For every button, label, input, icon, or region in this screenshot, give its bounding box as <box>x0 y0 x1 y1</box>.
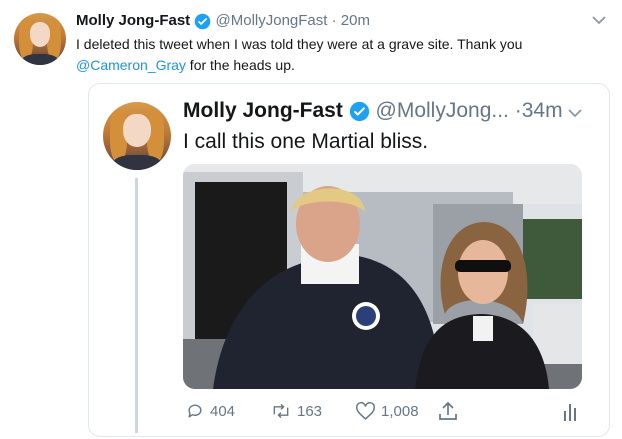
chevron-down-icon[interactable] <box>591 14 607 26</box>
quoted-tweet-time[interactable]: ·34m <box>515 99 563 122</box>
quoted-tweet-text: I call this one Martial bliss. <box>183 130 429 153</box>
reply-button[interactable]: 404 <box>185 401 235 421</box>
like-button[interactable]: 1,008 <box>355 401 419 421</box>
tweet-text-suffix: for the heads up. <box>185 57 295 73</box>
tweet-time[interactable]: · 20m <box>332 12 370 29</box>
author-name[interactable]: Molly Jong-Fast <box>76 12 190 29</box>
reply-count: 404 <box>210 402 236 420</box>
retweet-button[interactable]: 163 <box>270 401 322 421</box>
like-count: 1,008 <box>381 402 419 420</box>
quoted-author-avatar[interactable] <box>103 102 171 170</box>
author-handle[interactable]: @MollyJongFast <box>216 12 328 29</box>
retweet-icon <box>273 403 289 419</box>
chevron-down-icon[interactable] <box>567 107 583 119</box>
photo-scene <box>183 164 582 389</box>
retweet-count: 163 <box>297 402 323 420</box>
tweet-body: I deleted this tweet when I was told the… <box>76 34 606 76</box>
quoted-tweet-header: Molly Jong-Fast @MollyJong... ·34m <box>183 99 563 123</box>
heart-icon <box>356 401 375 420</box>
analytics-icon[interactable] <box>562 402 578 422</box>
author-avatar[interactable] <box>14 13 66 65</box>
share-icon[interactable] <box>438 400 458 422</box>
mention-link[interactable]: @Cameron_Gray <box>76 57 186 73</box>
tweet-text: I deleted this tweet when I was told the… <box>76 36 523 52</box>
verified-badge-icon <box>349 101 369 122</box>
verified-badge-icon <box>195 13 211 29</box>
thread-line <box>135 178 138 433</box>
tweet-header: Molly Jong-Fast @MollyJongFast · 20m <box>76 12 370 30</box>
tweet-photo[interactable] <box>183 164 582 389</box>
reply-icon <box>188 404 202 418</box>
quoted-author-name[interactable]: Molly Jong-Fast <box>183 99 343 122</box>
quoted-author-handle[interactable]: @MollyJong... <box>376 99 509 122</box>
